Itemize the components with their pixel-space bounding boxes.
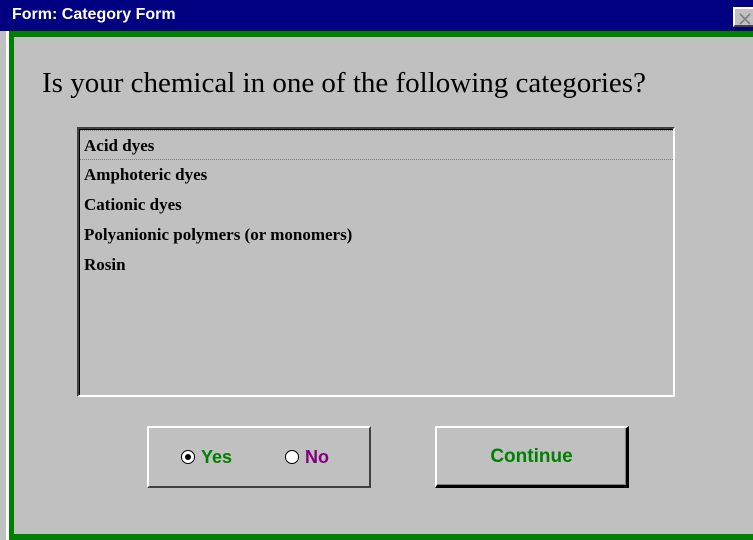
list-item-rosin[interactable]: Rosin [80,250,673,280]
yes-label: Yes [201,446,233,467]
list-item-acid-dyes[interactable]: Acid dyes [80,130,673,160]
form-body: Is your chemical in one of the following… [14,37,753,534]
list-item-cationic-dyes[interactable]: Cationic dyes [80,190,673,220]
window-title: Form: Category Form [12,6,176,23]
list-item-amphoteric-dyes[interactable]: Amphoteric dyes [80,160,673,190]
question-text: Is your chemical in one of the following… [42,67,646,99]
no-radio[interactable]: No [285,446,329,468]
answer-option-group: Yes No [147,426,371,488]
continue-button[interactable]: Continue [435,426,629,488]
radio-selected-icon [181,450,195,464]
title-bar[interactable]: Form: Category Form [0,0,753,31]
form-window: Form: Category Form Is your chemical in … [0,0,753,540]
window-frame-bottom [14,534,753,540]
list-item-polyanionic-polymers[interactable]: Polyanionic polymers (or monomers) [80,220,673,250]
category-list: Acid dyes Amphoteric dyes Cationic dyes … [79,129,673,395]
window-frame-left [0,31,14,540]
no-label: No [305,446,329,467]
category-listbox[interactable]: Acid dyes Amphoteric dyes Cationic dyes … [77,127,675,397]
yes-radio[interactable]: Yes [181,446,232,468]
close-button[interactable] [733,7,753,27]
close-icon [739,13,751,25]
radio-unselected-icon [285,450,299,464]
